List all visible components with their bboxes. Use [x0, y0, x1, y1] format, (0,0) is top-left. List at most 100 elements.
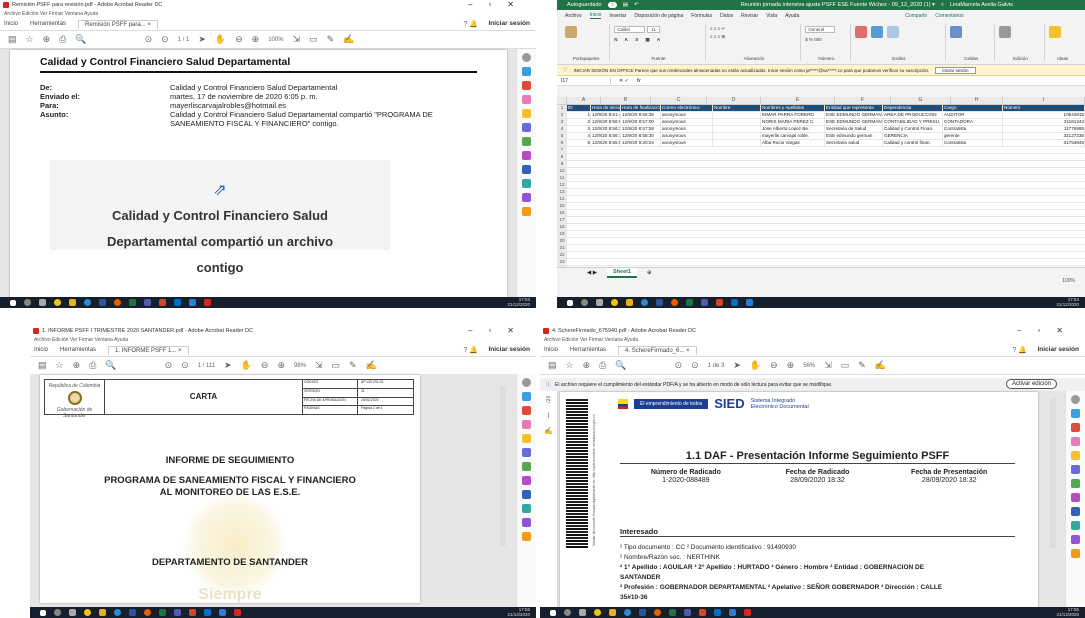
fit-icon[interactable]: ⇲	[824, 360, 832, 371]
table-row[interactable]: 21	[557, 245, 1085, 252]
pen-icon[interactable]: ✎	[327, 34, 335, 45]
help-icon[interactable]: ? 🔔	[463, 346, 478, 354]
teams-icon[interactable]	[174, 609, 181, 616]
fit-icon[interactable]: ⇲	[293, 34, 301, 45]
stamp-icon[interactable]	[1071, 549, 1080, 558]
cell-styles-icon[interactable]	[886, 26, 899, 38]
signin-button[interactable]: Iniciar sesión	[488, 20, 530, 27]
print-icon[interactable]: ⎙	[89, 360, 96, 371]
undo-icon[interactable]: ↶	[634, 2, 639, 8]
comment-tool-icon[interactable]	[522, 109, 531, 118]
table-row[interactable]: 9	[557, 161, 1085, 168]
signin-button[interactable]: Iniciar sesión	[488, 346, 530, 353]
fill-sign-icon[interactable]	[522, 137, 531, 146]
powerpoint-icon[interactable]	[189, 609, 196, 616]
tab-document[interactable]: 1. INFORME PSFF 1... ×	[108, 345, 189, 355]
help-icon[interactable]: ? 🔔	[463, 20, 478, 28]
comment-tool-icon[interactable]	[1071, 451, 1080, 460]
word-icon[interactable]	[129, 609, 136, 616]
name-box[interactable]: I17	[561, 77, 611, 84]
sheet-nav-icon[interactable]: ◀ ▶	[587, 270, 597, 276]
hand-icon[interactable]: ✋	[215, 34, 226, 45]
stamp-icon[interactable]	[522, 532, 531, 541]
organize-icon[interactable]	[522, 123, 531, 132]
start-icon[interactable]	[567, 299, 573, 306]
firefox-icon[interactable]	[671, 299, 678, 306]
outlook-icon[interactable]	[731, 299, 738, 306]
fill-sign-icon[interactable]	[522, 462, 531, 471]
table-row[interactable]: 12	[557, 182, 1085, 189]
comments-button[interactable]: Comentarios	[935, 13, 963, 19]
save-icon[interactable]: ▤	[8, 34, 17, 45]
excel-icon[interactable]	[669, 609, 676, 616]
print-icon[interactable]: ⎙	[599, 360, 606, 371]
spreadsheet-grid[interactable]: A B C D E F G H I 1 ID Hora de inicio Ho…	[557, 97, 1085, 267]
word-icon[interactable]	[639, 609, 646, 616]
mail-icon[interactable]	[219, 609, 226, 616]
zoom-tool-icon[interactable]	[1071, 395, 1080, 404]
upload-icon[interactable]: ⊕	[73, 360, 81, 371]
zoom-level[interactable]: 100%	[1062, 278, 1075, 284]
powerpoint-icon[interactable]	[699, 609, 706, 616]
zoom-out-icon[interactable]: ⊖	[770, 360, 778, 371]
cursor-icon[interactable]: ➤	[733, 360, 741, 371]
table-row[interactable]: 15	[557, 203, 1085, 210]
organize-icon[interactable]	[522, 448, 531, 457]
mail-icon[interactable]	[729, 609, 736, 616]
activate-edit-button[interactable]: Activar edición	[1005, 379, 1057, 389]
tab-document[interactable]: Remisión PSFF para... ×	[78, 19, 158, 29]
zoom-tool-icon[interactable]	[522, 378, 531, 387]
ideas-icon[interactable]	[1048, 26, 1061, 38]
star-icon[interactable]: ☆	[26, 34, 34, 45]
acrobat-task-icon[interactable]	[744, 609, 751, 616]
empty-rows[interactable]: 7891011121314151617181920212223242526	[557, 147, 1085, 267]
table-row[interactable]: 2 1 12/9/20 8:51:42 12/9/20 8:55:35 anonymou…	[557, 112, 1085, 119]
firefox-icon[interactable]	[114, 299, 121, 306]
search-task-icon[interactable]	[564, 609, 571, 616]
sign-icon[interactable]: ✍	[343, 34, 354, 45]
clock[interactable]: 17:53 21/12/2020	[507, 297, 530, 307]
tab-herramientas[interactable]: Herramientas	[570, 347, 606, 353]
table-row[interactable]: 5 4 12/9/20 8:56:15 12/9/20 8:58:30 anonymou…	[557, 133, 1085, 140]
tab-inicio[interactable]: Inicio	[34, 347, 48, 353]
word-icon[interactable]	[656, 299, 663, 306]
tab-formulas[interactable]: Fórmulas	[691, 13, 712, 19]
scrollbar[interactable]	[1050, 398, 1056, 548]
tab-disposicion[interactable]: Disposición de página	[634, 13, 683, 19]
send-sign-icon[interactable]	[522, 476, 531, 485]
star-icon[interactable]: ☆	[56, 360, 64, 371]
chrome-icon[interactable]	[54, 299, 61, 306]
menu-bar[interactable]: Archivo Edición Ver Firmar Ventana Ayuda	[540, 336, 1085, 344]
table-row[interactable]: 6 5 12/9/20 8:55:58 12/9/20 9:20:04 anonymou…	[557, 140, 1085, 147]
upload-icon[interactable]: ⊕	[43, 34, 51, 45]
more-tools-icon[interactable]	[522, 193, 531, 202]
zoom-level[interactable]: 98%	[294, 363, 306, 369]
powerpoint-icon[interactable]	[159, 299, 166, 306]
chrome-icon[interactable]	[84, 609, 91, 616]
page-down-icon[interactable]: ⊙	[181, 360, 189, 371]
fill-sign-icon[interactable]	[1071, 479, 1080, 488]
explorer-icon[interactable]	[626, 299, 633, 306]
save-icon[interactable]: ▤	[623, 2, 628, 8]
comment-icon[interactable]: ▭	[309, 34, 318, 45]
cursor-icon[interactable]: ➤	[224, 360, 232, 371]
font-styles[interactable]: N K S ▦ A	[614, 37, 703, 43]
search-task-icon[interactable]	[581, 299, 588, 306]
stamp-icon[interactable]	[522, 207, 531, 216]
fit-icon[interactable]: ⇲	[315, 360, 323, 371]
create-pdf-icon[interactable]	[1071, 423, 1080, 432]
zoom-out-icon[interactable]: ⊖	[261, 360, 269, 371]
table-row[interactable]: 17	[557, 217, 1085, 224]
table-row[interactable]: 7	[557, 147, 1085, 154]
signature-panel-icon[interactable]: ✍	[544, 427, 553, 435]
zoom-level[interactable]: 100%	[268, 37, 283, 43]
insert-cells-icon[interactable]	[950, 26, 963, 38]
print-icon[interactable]: ⎙	[59, 34, 66, 45]
task-view-icon[interactable]	[39, 299, 46, 306]
comment-icon[interactable]: ▭	[841, 360, 850, 371]
excel-icon[interactable]	[159, 609, 166, 616]
edit-pdf-icon[interactable]	[522, 420, 531, 429]
zoom-tool-icon[interactable]	[522, 53, 531, 62]
outlook-icon[interactable]	[174, 299, 181, 306]
clock[interactable]: 17:54 21/12/2020	[1056, 297, 1079, 307]
